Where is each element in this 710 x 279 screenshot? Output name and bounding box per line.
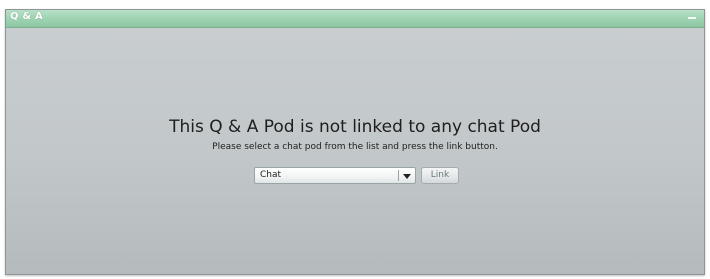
pod-titlebar[interactable]: Q & A	[6, 10, 704, 28]
chat-pod-select-value: Chat	[260, 170, 282, 180]
link-instruction-text: Please select a chat pod from the list a…	[212, 142, 498, 152]
select-divider	[398, 170, 399, 181]
chat-pod-select[interactable]: Chat	[254, 167, 416, 184]
link-button[interactable]: Link	[421, 167, 459, 184]
qa-pod: Q & A This Q & A Pod is not linked to an…	[5, 9, 705, 275]
chevron-down-icon[interactable]	[401, 171, 413, 181]
minimize-icon[interactable]	[686, 12, 698, 24]
pod-title: Q & A	[10, 11, 43, 22]
not-linked-heading: This Q & A Pod is not linked to any chat…	[169, 117, 541, 137]
